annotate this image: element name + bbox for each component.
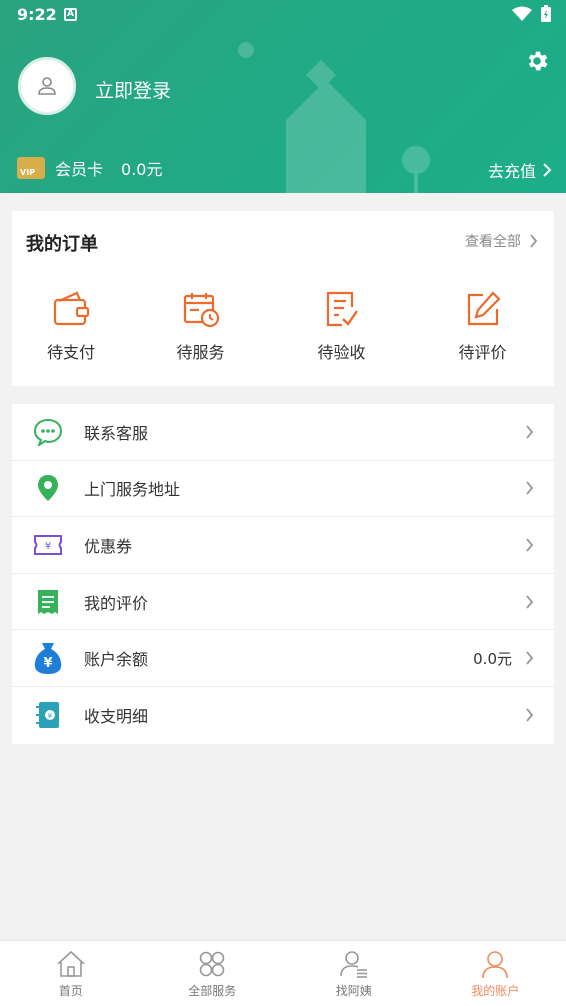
order-label: 待支付 (46, 343, 95, 362)
nav-label: 全部服务 (188, 984, 237, 998)
view-all-label: 查看全部 (465, 234, 521, 250)
bottom-navigation: 首页 全部服务 找阿姨 我的账户 (0, 940, 566, 1006)
menu-item-customer-service[interactable]: 联系客服 (12, 404, 554, 461)
vip-label: 会员卡 (55, 160, 104, 179)
nav-all-services[interactable]: 全部服务 (142, 941, 284, 1006)
nav-find-nanny[interactable]: 找阿姨 (283, 941, 425, 1006)
grid-icon (199, 951, 225, 977)
review-icon (38, 589, 58, 614)
nav-home[interactable]: 首页 (0, 941, 142, 1006)
svg-text:¥: ¥ (48, 712, 53, 720)
menu-label: 优惠券 (84, 536, 133, 556)
balance-value: 0.0元 (473, 649, 512, 668)
edit-icon (467, 291, 501, 326)
nav-label: 我的账户 (471, 984, 520, 998)
chevron-right-icon (526, 538, 534, 552)
wifi-icon (512, 6, 532, 21)
chevron-right-icon (530, 234, 538, 248)
svg-text:¥: ¥ (43, 656, 52, 671)
menu-label: 收支明细 (84, 707, 149, 727)
person-list-icon (339, 951, 367, 978)
orders-card: 我的订单 查看全部 待支付 待服务 待验收 待评价 (12, 211, 554, 386)
svg-text:¥: ¥ (45, 541, 51, 552)
menu-item-coupons[interactable]: ¥ 优惠券 (12, 517, 554, 574)
profile-header: 9:22 A 立即登录 VIP 会员卡 0.0元 去充值 (0, 0, 566, 193)
home-icon (56, 950, 85, 977)
checklist-icon (326, 291, 358, 327)
status-time: 9:22 (17, 5, 57, 24)
user-icon (38, 77, 56, 95)
menu-item-account-balance[interactable]: ¥ 账户余额 0.0元 (12, 630, 554, 687)
gear-icon[interactable] (524, 48, 550, 74)
status-bar: 9:22 A (0, 0, 566, 30)
chevron-right-icon (543, 163, 552, 177)
login-link[interactable]: 立即登录 (95, 76, 171, 103)
status-icons (512, 5, 552, 23)
recharge-label: 去充值 (487, 162, 536, 181)
order-label: 待评价 (458, 343, 507, 362)
location-pin-icon (38, 475, 58, 502)
nav-label: 首页 (58, 984, 83, 998)
view-all-orders-link[interactable]: 查看全部 (465, 231, 538, 251)
menu-label: 上门服务地址 (84, 480, 181, 500)
nav-label: 找阿姨 (335, 984, 372, 998)
menu-label: 账户余额 (84, 650, 149, 670)
order-pending-service[interactable]: 待服务 (130, 289, 271, 363)
order-pending-payment[interactable]: 待支付 (12, 289, 130, 363)
recharge-button[interactable]: 去充值 (488, 158, 552, 182)
person-icon (482, 951, 509, 979)
chevron-right-icon (526, 425, 534, 439)
menu-item-my-reviews[interactable]: 我的评价 (12, 574, 554, 631)
battery-icon (541, 5, 551, 22)
chevron-right-icon (526, 481, 534, 495)
order-label: 待验收 (317, 343, 366, 362)
chevron-right-icon (526, 595, 534, 609)
vip-balance: 0.0元 (121, 160, 163, 179)
chevron-right-icon (526, 708, 534, 722)
ledger-icon: ¥ (36, 702, 59, 729)
calendar-clock-icon (183, 293, 219, 328)
chat-icon (33, 418, 63, 446)
house-decoration-icon (238, 42, 430, 193)
menu-item-transactions[interactable]: ¥ 收支明细 (12, 687, 554, 744)
menu-label: 我的评价 (84, 593, 149, 613)
menu-label: 联系客服 (84, 423, 149, 443)
chevron-right-icon (526, 651, 534, 665)
avatar[interactable] (18, 57, 76, 115)
money-bag-icon: ¥ (34, 643, 62, 675)
nav-my-account[interactable]: 我的账户 (425, 941, 566, 1006)
order-pending-inspection[interactable]: 待验收 (271, 289, 412, 363)
order-label: 待服务 (176, 343, 225, 362)
order-pending-review[interactable]: 待评价 (412, 289, 553, 363)
vip-card-row[interactable]: VIP 会员卡 0.0元 (17, 156, 162, 180)
wallet-icon (53, 291, 90, 326)
menu-item-service-address[interactable]: 上门服务地址 (12, 461, 554, 518)
account-menu: 联系客服 上门服务地址 ¥ 优惠券 我的评价 ¥ 账户余额 0.0元 ¥ 收支明… (12, 404, 554, 744)
vip-card-icon: VIP (17, 157, 45, 179)
notification-a-icon: A (64, 8, 77, 21)
orders-title: 我的订单 (26, 234, 98, 255)
coupon-icon: ¥ (34, 534, 62, 555)
